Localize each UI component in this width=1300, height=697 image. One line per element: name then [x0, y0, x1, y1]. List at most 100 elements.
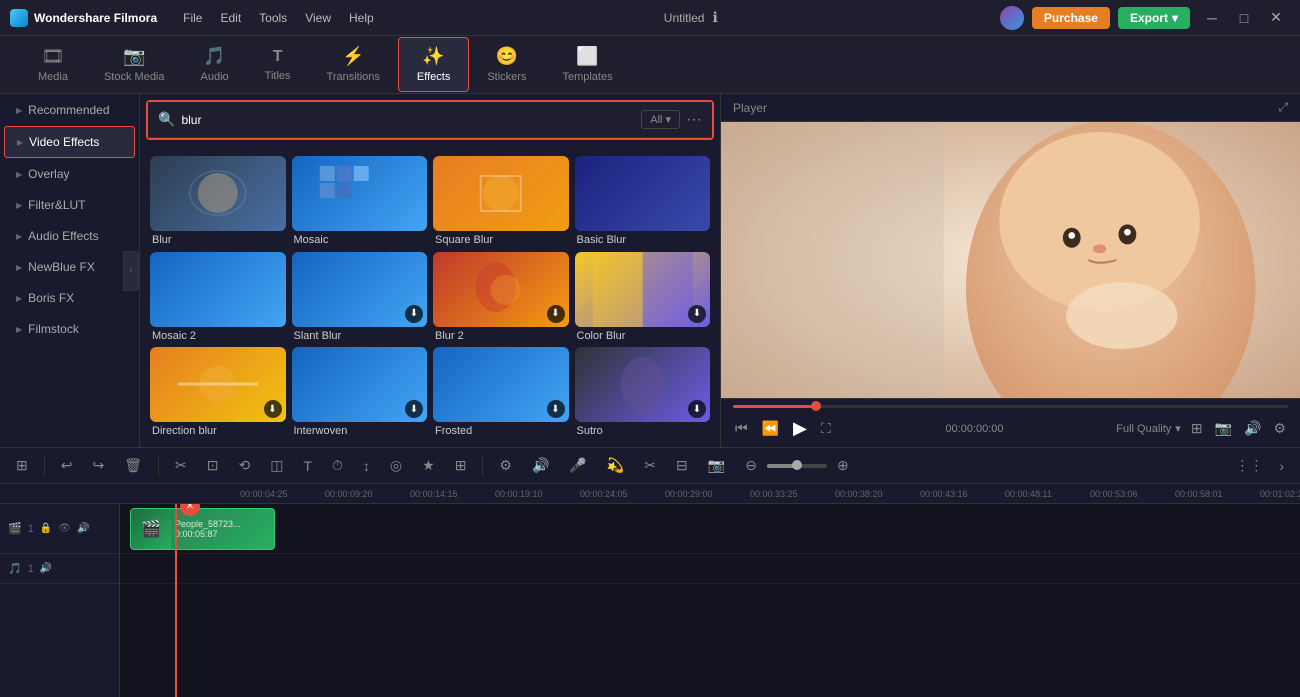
settings-button[interactable]: ⚙	[1271, 418, 1288, 439]
audio-mute-icon[interactable]: 🔊	[77, 523, 89, 534]
audio-volume-icon[interactable]: 🔊	[40, 563, 52, 574]
minimize-button[interactable]: ─	[1198, 6, 1226, 30]
effect-thumb-basic_blur	[575, 156, 711, 231]
arrow-icon: ▶	[16, 106, 22, 115]
effect-card-direction_blur[interactable]: ⬇Direction blur	[150, 347, 286, 437]
zoom-out-button[interactable]: ⊖	[739, 453, 763, 478]
sidebar-item-filter-lut[interactable]: ▶ Filter&LUT	[4, 190, 135, 220]
collapse-sidebar-button[interactable]: ‹	[123, 251, 139, 291]
sidebar-item-newblue-fx[interactable]: ▶ NewBlue FX	[4, 252, 135, 282]
sidebar-item-filmstock[interactable]: ▶ Filmstock	[4, 314, 135, 344]
tab-templates[interactable]: ⬜ Templates	[544, 38, 630, 91]
tab-transitions[interactable]: ⚡ Transitions	[309, 38, 398, 91]
close-button[interactable]: ✕	[1262, 6, 1290, 30]
menu-tools[interactable]: Tools	[251, 7, 295, 29]
menu-view[interactable]: View	[297, 7, 339, 29]
tab-stickers[interactable]: 😊 Stickers	[469, 38, 544, 91]
zoom-in-button[interactable]: ⊕	[831, 453, 855, 478]
player-progress-bar[interactable]	[733, 405, 1288, 408]
effect-card-basic_blur[interactable]: Basic Blur	[575, 156, 711, 246]
download-badge-interwoven[interactable]: ⬇	[405, 400, 423, 418]
play-button[interactable]: ▶	[791, 416, 809, 441]
download-badge-color_blur[interactable]: ⬇	[688, 305, 706, 323]
export-button[interactable]: Export ▾	[1118, 7, 1190, 29]
ai-cut-button[interactable]: ✂	[638, 453, 662, 478]
effect-name-blur2: Blur 2	[433, 327, 569, 342]
more-tools-button[interactable]: ⋮⋮	[1229, 453, 1269, 478]
sidebar-item-audio-effects[interactable]: ▶ Audio Effects	[4, 221, 135, 251]
more-options-button[interactable]: ···	[686, 111, 702, 129]
screen-layout-button[interactable]: ⊞	[1189, 418, 1205, 439]
mask-button[interactable]: ◫	[264, 453, 289, 478]
rewind-button[interactable]: ⏮	[733, 418, 750, 439]
user-avatar[interactable]	[1000, 6, 1024, 30]
download-badge-slant_blur[interactable]: ⬇	[405, 305, 423, 323]
tab-titles[interactable]: T Titles	[247, 40, 309, 90]
quality-selector[interactable]: Full Quality ▾	[1116, 422, 1181, 435]
download-badge-blur2[interactable]: ⬇	[547, 305, 565, 323]
cut-button[interactable]: ✂	[169, 453, 193, 478]
crop-button[interactable]: ⊡	[201, 453, 225, 478]
progress-thumb[interactable]	[811, 401, 821, 411]
video-clip[interactable]: 🎬 People_58723... 0:00:05:87	[130, 508, 275, 550]
tab-media[interactable]: 🎞 Media	[20, 38, 86, 91]
sidebar-item-overlay[interactable]: ▶ Overlay	[4, 159, 135, 189]
delete-button[interactable]: 🗑	[118, 453, 148, 478]
motion-button[interactable]: ↕	[357, 454, 376, 478]
maximize-button[interactable]: □	[1230, 6, 1258, 30]
lock-icon[interactable]: 🔒	[40, 523, 52, 534]
video-clip-info: People_58723... 0:00:05:87	[171, 517, 245, 541]
download-badge-direction_blur[interactable]: ⬇	[264, 400, 282, 418]
effect-card-slant_blur[interactable]: ⬇Slant Blur	[292, 252, 428, 342]
purchase-button[interactable]: Purchase	[1032, 7, 1110, 29]
sidebar-item-recommended[interactable]: ▶ Recommended	[4, 95, 135, 125]
search-input[interactable]	[181, 113, 635, 127]
effect-card-square_blur[interactable]: Square Blur	[433, 156, 569, 246]
gear-button[interactable]: ⚙	[493, 453, 518, 478]
effect-card-sutro[interactable]: ⬇Sutro	[575, 347, 711, 437]
eye-icon[interactable]: 👁	[58, 523, 71, 534]
download-badge-frosted[interactable]: ⬇	[547, 400, 565, 418]
ruler-mark: 00:00:14:15	[410, 489, 495, 499]
filter-dropdown[interactable]: All ▾	[641, 110, 680, 129]
split-button[interactable]: ⊟	[670, 453, 694, 478]
effect-card-mosaic[interactable]: Mosaic	[292, 156, 428, 246]
menu-help[interactable]: Help	[341, 7, 382, 29]
effect-card-mosaic2[interactable]: Mosaic 2	[150, 252, 286, 342]
undo-button[interactable]: ↩	[55, 453, 79, 478]
transform-button[interactable]: ⟲	[232, 453, 256, 478]
tab-audio[interactable]: 🎵 Audio	[183, 38, 247, 91]
effect-card-blur[interactable]: Blur	[150, 156, 286, 246]
step-back-button[interactable]: ⏪	[760, 418, 781, 439]
menu-edit[interactable]: Edit	[212, 7, 249, 29]
adjust-button[interactable]: ⊞	[449, 453, 473, 478]
speed-button[interactable]: ⏱	[326, 453, 349, 478]
tab-stock-media[interactable]: 📷 Stock Media	[86, 38, 183, 91]
volume-button[interactable]: 🔊	[1242, 418, 1263, 439]
tab-effects[interactable]: ✨ Effects	[398, 37, 469, 92]
text-button[interactable]: T	[297, 454, 318, 478]
snapshot2-button[interactable]: 📷	[702, 453, 731, 478]
effects-button[interactable]: ★	[416, 453, 441, 478]
effect-card-color_blur[interactable]: ⬇Color Blur	[575, 252, 711, 342]
sidebar-item-boris-fx[interactable]: ▶ Boris FX	[4, 283, 135, 313]
menu-file[interactable]: File	[175, 7, 210, 29]
stabilize-button[interactable]: ◎	[384, 453, 408, 478]
sidebar-item-video-effects[interactable]: ▶ Video Effects	[4, 126, 135, 158]
fullscreen-button[interactable]: ⛶	[819, 418, 833, 439]
clip-duration: 0:00:05:87	[175, 529, 241, 539]
player-title: Player	[733, 101, 767, 115]
sidebar-item-filmstock-label: Filmstock	[28, 322, 79, 336]
effect-card-blur2[interactable]: ⬇ Blur 2	[433, 252, 569, 342]
layout-button[interactable]: ⊞	[10, 453, 34, 478]
ruler-marks: 00:00:04:2500:00:09:2000:00:14:1500:00:1…	[240, 489, 1300, 499]
redo-button[interactable]: ↪	[86, 453, 110, 478]
mic-button[interactable]: 🎤	[563, 453, 592, 478]
effect-card-interwoven[interactable]: ⬇Interwoven	[292, 347, 428, 437]
effect-card-frosted[interactable]: ⬇Frosted	[433, 347, 569, 437]
screenshot-button[interactable]: 📷	[1213, 418, 1234, 439]
player-expand-icon[interactable]: ⤢	[1278, 100, 1288, 115]
collapse-timeline-button[interactable]: ›	[1273, 453, 1290, 478]
audio-icon-btn[interactable]: 🔊	[526, 453, 555, 478]
effects2-button[interactable]: 💫	[601, 453, 630, 478]
